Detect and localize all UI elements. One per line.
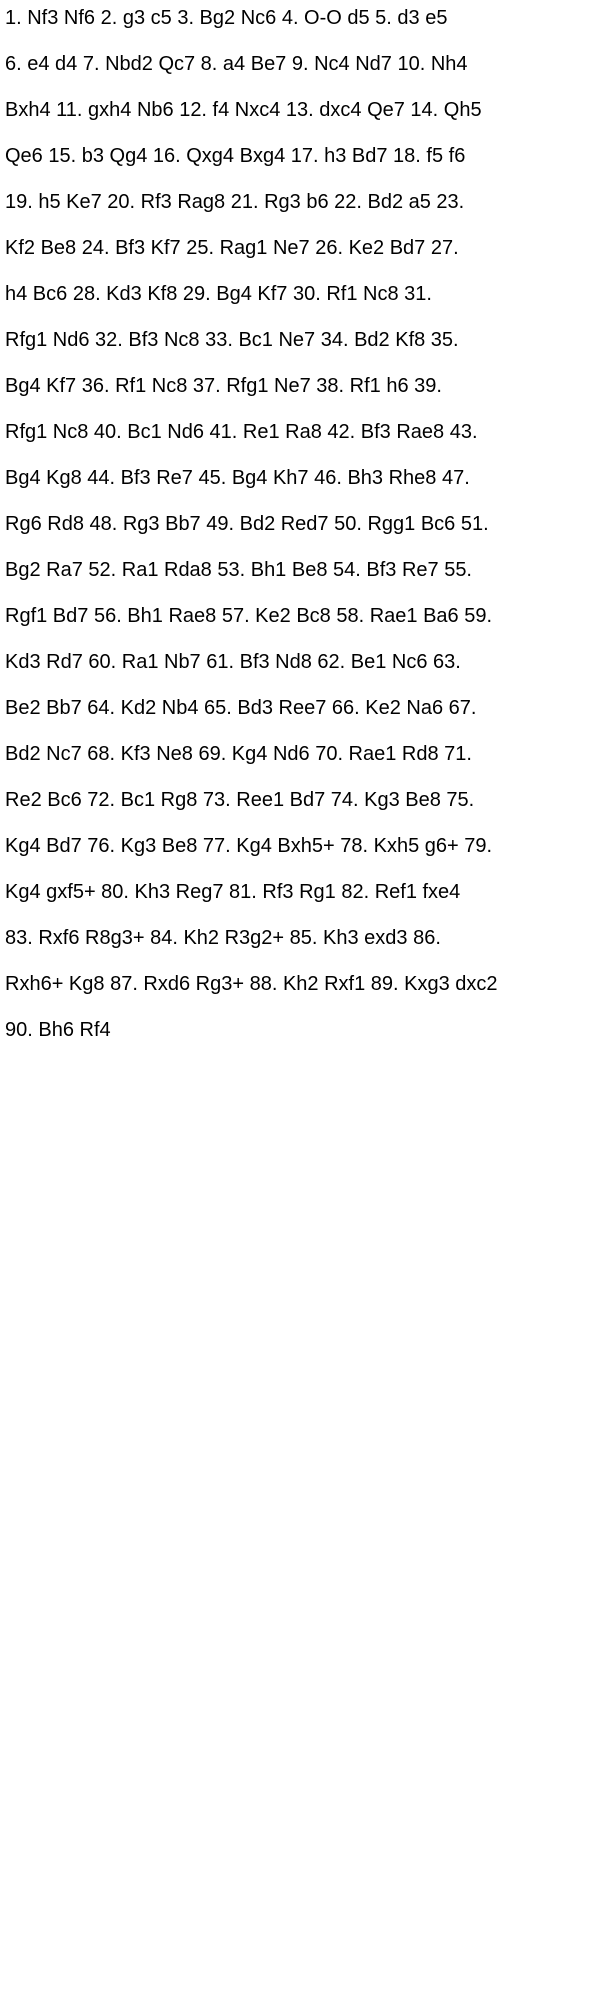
move-line: Rxh6+ Kg8 87. Rxd6 Rg3+ 88. Kh2 Rxf1 89.… — [5, 973, 498, 995]
move-line: Kg4 Bd7 76. Kg3 Be8 77. Kg4 Bxh5+ 78. Kx… — [5, 835, 493, 857]
move-line: 19. h5 Ke7 20. Rf3 Rag8 21. Rg3 b6 22. B… — [5, 191, 465, 213]
move-line: Kf2 Be8 24. Bf3 Kf7 25. Rag1 Ne7 26. Ke2… — [5, 237, 459, 259]
move-line: Kd3 Rd7 60. Ra1 Nb7 61. Bf3 Nd8 62. Be1 … — [5, 651, 461, 673]
move-line: Kg4 gxf5+ 80. Kh3 Reg7 81. Rf3 Rg1 82. R… — [5, 881, 461, 903]
move-line: Bg4 Kf7 36. Rf1 Nc8 37. Rfg1 Ne7 38. Rf1… — [5, 375, 442, 397]
move-line: Bd2 Nc7 68. Kf3 Ne8 69. Kg4 Nd6 70. Rae1… — [5, 743, 472, 765]
move-line: Bxh4 11. gxh4 Nb6 12. f4 Nxc4 13. dxc4 Q… — [5, 99, 482, 121]
move-line: Be2 Bb7 64. Kd2 Nb4 65. Bd3 Ree7 66. Ke2… — [5, 697, 477, 719]
move-line: Rg6 Rd8 48. Rg3 Bb7 49. Bd2 Red7 50. Rgg… — [5, 513, 489, 535]
move-line: Qe6 15. b3 Qg4 16. Qxg4 Bxg4 17. h3 Bd7 … — [5, 145, 466, 167]
move-line: 83. Rxf6 R8g3+ 84. Kh2 R3g2+ 85. Kh3 exd… — [5, 927, 441, 949]
move-line: Rgf1 Bd7 56. Bh1 Rae8 57. Ke2 Bc8 58. Ra… — [5, 605, 493, 627]
move-list: 1. Nf3 Nf6 2. g3 c5 3. Bg2 Nc6 4. O-O d5… — [5, 4, 595, 1062]
move-line: 6. e4 d4 7. Nbd2 Qc7 8. a4 Be7 9. Nc4 Nd… — [5, 53, 468, 75]
move-line: Bg2 Ra7 52. Ra1 Rda8 53. Bh1 Be8 54. Bf3… — [5, 559, 472, 581]
move-line: Rfg1 Nd6 32. Bf3 Nc8 33. Bc1 Ne7 34. Bd2… — [5, 329, 459, 351]
move-line: Bg4 Kg8 44. Bf3 Re7 45. Bg4 Kh7 46. Bh3 … — [5, 467, 470, 489]
move-line: h4 Bc6 28. Kd3 Kf8 29. Bg4 Kf7 30. Rf1 N… — [5, 283, 432, 305]
move-line: Rfg1 Nc8 40. Bc1 Nd6 41. Re1 Ra8 42. Bf3… — [5, 421, 478, 443]
move-line: 1. Nf3 Nf6 2. g3 c5 3. Bg2 Nc6 4. O-O d5… — [5, 7, 448, 29]
move-line: 90. Bh6 Rf4 — [5, 1019, 111, 1041]
move-line: Re2 Bc6 72. Bc1 Rg8 73. Ree1 Bd7 74. Kg3… — [5, 789, 475, 811]
